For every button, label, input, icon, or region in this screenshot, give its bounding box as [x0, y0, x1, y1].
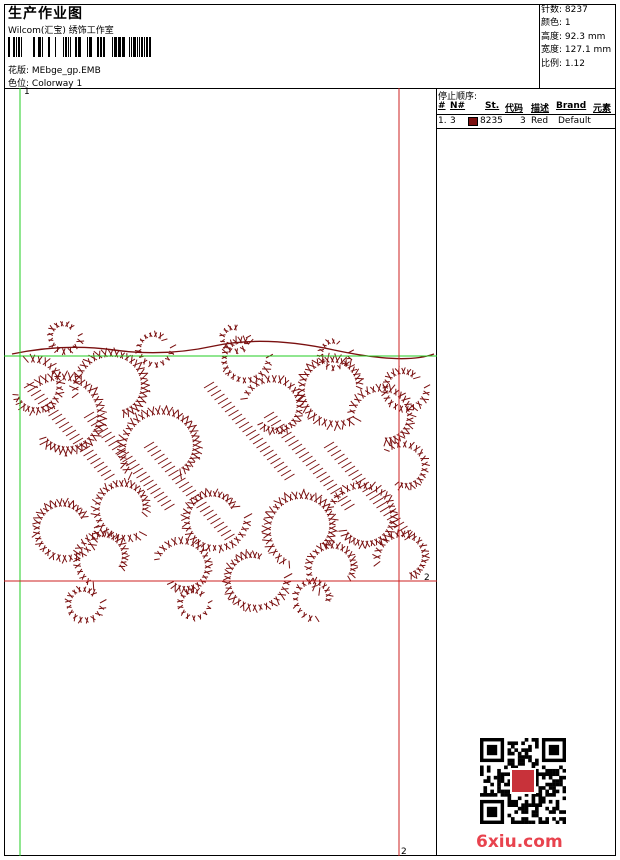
- stat-width: 宽度: 127.1 mm: [541, 44, 611, 57]
- stat-value: 127.1 mm: [564, 45, 612, 56]
- col-needle: N#: [450, 101, 466, 111]
- barcode: [8, 37, 151, 57]
- stat-scale: 比例: 1.12: [541, 58, 611, 71]
- col-code: 代码: [505, 104, 524, 114]
- col-description: 描述: [531, 104, 550, 114]
- stat-label: 针数:: [541, 5, 563, 15]
- stop-sequence-table: # N# St. 代码 描述 Brand 元素 1. 3 8235 3 Red …: [437, 100, 616, 129]
- stats-panel: 针数: 8237 颜色: 1 高度: 92.3 mm 宽度: 127.1 mm …: [541, 4, 611, 71]
- design-file-name: MEbge_gp.EMB: [31, 66, 101, 76]
- document-title: 生产作业图: [8, 6, 83, 22]
- stat-label: 颜色:: [541, 18, 563, 29]
- stat-value: 8237: [564, 5, 588, 15]
- row-needle: 3: [450, 116, 456, 126]
- stat-label: 比例:: [541, 58, 563, 69]
- thread-color-swatch: [468, 117, 478, 126]
- guide-label-2-horizontal: 2: [424, 573, 430, 583]
- col-brand: Brand: [556, 101, 587, 111]
- design-label: 花版:: [8, 66, 30, 76]
- stat-value: 92.3 mm: [564, 31, 606, 42]
- col-stitches: St.: [485, 101, 500, 111]
- row-stitches: 8235: [480, 116, 503, 126]
- embroidery-design: [11, 321, 435, 624]
- design-canvas: [4, 88, 437, 856]
- table-row: 1. 3 8235 3 Red Default: [437, 115, 616, 129]
- col-index: #: [438, 101, 446, 111]
- stat-value: 1.12: [564, 58, 585, 69]
- stats-divider: [539, 4, 540, 88]
- row-description: Red: [531, 116, 549, 126]
- site-watermark: 6xiu.com: [476, 832, 563, 852]
- stat-label: 高度:: [541, 31, 563, 42]
- stat-stitch-count: 针数: 8237: [541, 4, 611, 17]
- stat-label: 宽度:: [541, 45, 563, 56]
- table-header-row: # N# St. 代码 描述 Brand 元素: [437, 100, 616, 115]
- row-brand: Default: [558, 116, 591, 126]
- design-file-row: 花版: MEbge_gp.EMB: [8, 63, 101, 76]
- row-index: 1.: [438, 116, 447, 126]
- company-name: Wilcom(汇宝) 绣饰工作室: [8, 26, 114, 36]
- stat-height: 高度: 92.3 mm: [541, 31, 611, 44]
- guide-label-2-vertical: 2: [401, 847, 407, 857]
- qr-code: [480, 738, 566, 824]
- stat-color-count: 颜色: 1: [541, 17, 611, 30]
- stat-value: 1: [564, 18, 571, 29]
- guide-label-1: 1: [24, 87, 30, 97]
- col-element: 元素: [593, 104, 612, 114]
- row-code: 3: [520, 116, 526, 126]
